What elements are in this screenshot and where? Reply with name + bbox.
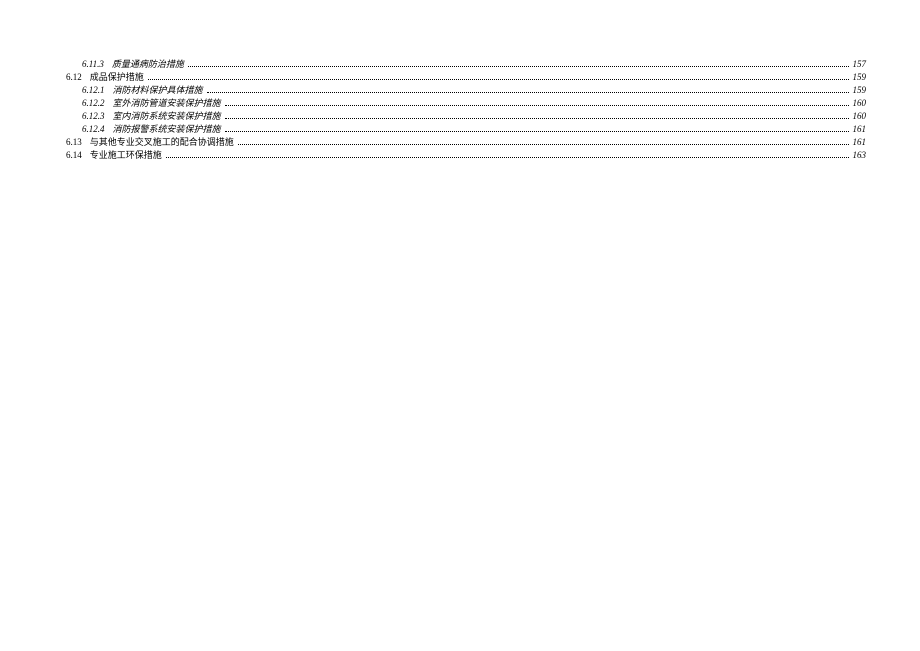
toc-entry-number: 6.11.3	[82, 58, 104, 71]
toc-entry: 6.12.1 消防材料保护具体措施 159	[54, 84, 866, 97]
toc-entry: 6.13 与其他专业交叉施工的配合协调措施 161	[54, 136, 866, 149]
toc-entry-number: 6.12.4	[82, 123, 105, 136]
toc-entry-title: 成品保护措施	[90, 71, 144, 84]
toc-entry: 6.12.4 消防报警系统安装保护措施 161	[54, 123, 866, 136]
toc-entry-title: 室外消防管道安装保护措施	[113, 97, 221, 110]
toc-dot-leader	[225, 118, 849, 119]
table-of-contents: 6.11.3 质量通病防治措施 157 6.12 成品保护措施 159 6.12.1 消防材料…	[54, 58, 866, 162]
toc-entry: 6.11.3 质量通病防治措施 157	[54, 58, 866, 71]
toc-entry-page: 161	[853, 136, 867, 149]
toc-entry-number: 6.12.2	[82, 97, 105, 110]
toc-entry-number: 6.12	[66, 71, 82, 84]
toc-entry-page: 163	[853, 149, 867, 162]
toc-entry: 6.12 成品保护措施 159	[54, 71, 866, 84]
toc-entry: 6.12.2 室外消防管道安装保护措施 160	[54, 97, 866, 110]
toc-entry-page: 159	[853, 84, 867, 97]
toc-entry: 6.12.3 室内消防系统安装保护措施 160	[54, 110, 866, 123]
toc-entry-title: 室内消防系统安装保护措施	[113, 110, 221, 123]
toc-entry-page: 160	[853, 97, 867, 110]
toc-dot-leader	[166, 157, 849, 158]
toc-dot-leader	[188, 66, 849, 67]
toc-dot-leader	[225, 131, 849, 132]
toc-dot-leader	[148, 79, 849, 80]
toc-entry-title: 消防材料保护具体措施	[113, 84, 203, 97]
toc-dot-leader	[225, 105, 849, 106]
toc-entry-title: 消防报警系统安装保护措施	[113, 123, 221, 136]
toc-entry-number: 6.12.1	[82, 84, 105, 97]
toc-entry-title: 专业施工环保措施	[90, 149, 162, 162]
toc-entry-number: 6.13	[66, 136, 82, 149]
toc-entry-number: 6.14	[66, 149, 82, 162]
toc-dot-leader	[238, 144, 849, 145]
toc-entry: 6.14 专业施工环保措施 163	[54, 149, 866, 162]
toc-dot-leader	[207, 92, 849, 93]
toc-entry-title: 质量通病防治措施	[112, 58, 184, 71]
toc-entry-page: 161	[853, 123, 867, 136]
toc-entry-page: 160	[853, 110, 867, 123]
toc-entry-title: 与其他专业交叉施工的配合协调措施	[90, 136, 234, 149]
toc-entry-page: 159	[853, 71, 867, 84]
toc-entry-number: 6.12.3	[82, 110, 105, 123]
toc-entry-page: 157	[853, 58, 867, 71]
